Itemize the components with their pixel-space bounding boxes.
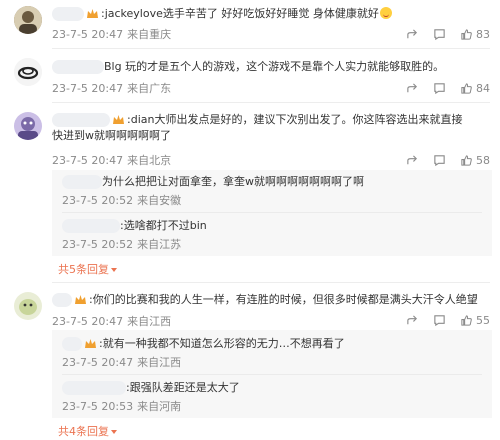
comment-icon: [434, 83, 445, 95]
comment-icon: [434, 29, 445, 41]
comment-time: 23-7-5 20:47: [52, 28, 124, 41]
reply-location: 来自江西: [137, 356, 182, 369]
more-replies-link[interactable]: 共4条回复: [58, 423, 117, 439]
reply-time: 23-7-5 20:52: [62, 238, 134, 251]
reply-item: 为什么把把让对面拿奎，拿奎w就啊啊啊啊啊啊啊了啊 23-7-5 20:52 来自安…: [52, 170, 492, 212]
comment-location: 来自重庆: [127, 28, 172, 41]
share-icon: [407, 29, 418, 39]
reply-time: 23-7-5 20:47: [62, 356, 134, 369]
reply-time: 23-7-5 20:53: [62, 400, 134, 413]
comment-actions: 58: [406, 154, 490, 167]
divider: [62, 212, 482, 213]
comment-button[interactable]: [433, 154, 446, 167]
share-icon: [407, 155, 418, 165]
avatar[interactable]: [14, 112, 42, 140]
divider: [52, 282, 490, 283]
username-blurred[interactable]: [62, 219, 120, 233]
crown-icon: [87, 9, 98, 18]
divider: [52, 48, 490, 49]
chevron-down-icon: [111, 268, 117, 272]
more-replies-link[interactable]: 共5条回复: [58, 261, 117, 277]
avatar[interactable]: [14, 58, 42, 86]
comment-icon: [434, 155, 445, 167]
like-icon: [461, 315, 472, 326]
comment-4: :你们的比赛和我的人生一样，有连胜的时候，但很多时候都是满头大汗令人绝望 23-…: [0, 284, 500, 440]
comment-location: 来自广东: [127, 82, 172, 95]
like-icon: [461, 155, 472, 166]
share-button[interactable]: [406, 314, 419, 327]
username-blurred[interactable]: [52, 293, 72, 307]
avatar[interactable]: [14, 6, 42, 34]
reply-time: 23-7-5 20:52: [62, 194, 134, 207]
crown-icon: [85, 339, 96, 348]
reply-text: :跟强队差距还是太大了: [126, 381, 240, 394]
like-count: 83: [476, 28, 490, 41]
crown-icon: [113, 115, 124, 124]
reply-item: :跟强队差距还是太大了 23-7-5 20:53 来自河南: [52, 376, 492, 418]
share-icon: [407, 83, 418, 93]
comment-actions: 83: [406, 28, 490, 41]
comment-3: :dian大师出发点是好的，建议下次别出发了。你这阵容选出来就直接快进到w就啊啊…: [0, 104, 500, 282]
reply-item: :就有一种我都不知道怎么形容的无力…不想再看了 23-7-5 20:47 来自江西: [52, 330, 492, 374]
username-blurred[interactable]: [62, 337, 82, 351]
comment-actions: 84: [406, 82, 490, 95]
comment-text: :你们的比赛和我的人生一样，有连胜的时候，但很多时候都是满头大汗令人绝望: [89, 293, 478, 306]
comment-button[interactable]: [433, 82, 446, 95]
username-blurred[interactable]: [62, 175, 102, 189]
comment-text: Blg 玩的才是五个人的游戏，这个游戏不是靠个人实力就能够取胜的。: [104, 60, 445, 73]
username-blurred[interactable]: [52, 7, 84, 21]
comment-icon: [434, 315, 445, 327]
reply-text: :选啥都打不过bin: [120, 219, 207, 232]
more-replies-label: 共5条回复: [58, 263, 109, 276]
share-button[interactable]: [406, 28, 419, 41]
crown-icon: [75, 295, 86, 304]
emoji-icon: [379, 7, 392, 19]
like-button[interactable]: 58: [460, 154, 490, 167]
reply-text: :就有一种我都不知道怎么形容的无力…不想再看了: [99, 337, 345, 350]
divider: [62, 374, 482, 375]
chevron-down-icon: [111, 430, 117, 434]
divider: [52, 102, 490, 103]
username-blurred[interactable]: [52, 113, 110, 127]
like-button[interactable]: 84: [460, 82, 490, 95]
username-blurred[interactable]: [52, 60, 104, 74]
reply-location: 来自安徽: [137, 194, 182, 207]
comment-time: 23-7-5 20:47: [52, 315, 124, 328]
comment-1: :jackeylove选手辛苦了 好好吃饭好好睡觉 身体健康就好 23-7-5 …: [0, 0, 500, 46]
like-button[interactable]: 83: [460, 28, 490, 41]
reply-list: :就有一种我都不知道怎么形容的无力…不想再看了 23-7-5 20:47 来自江西…: [52, 330, 492, 418]
more-replies-label: 共4条回复: [58, 425, 109, 438]
username-blurred[interactable]: [62, 381, 126, 395]
reply-item: :选啥都打不过bin 23-7-5 20:52 来自江苏: [52, 214, 492, 256]
reply-text: 为什么把把让对面拿奎，拿奎w就啊啊啊啊啊啊啊了啊: [102, 175, 364, 188]
comment-location: 来自北京: [127, 154, 172, 167]
comment-time: 23-7-5 20:47: [52, 82, 124, 95]
comment-location: 来自江西: [127, 315, 172, 328]
share-button[interactable]: [406, 82, 419, 95]
reply-location: 来自江苏: [137, 238, 182, 251]
avatar[interactable]: [14, 292, 42, 320]
comment-text: :jackeylove选手辛苦了 好好吃饭好好睡觉 身体健康就好: [101, 7, 379, 20]
like-count: 55: [476, 314, 490, 327]
like-button[interactable]: 55: [460, 314, 490, 327]
share-button[interactable]: [406, 154, 419, 167]
reply-list: 为什么把把让对面拿奎，拿奎w就啊啊啊啊啊啊啊了啊 23-7-5 20:52 来自安…: [52, 170, 492, 256]
reply-location: 来自河南: [137, 400, 182, 413]
comment-time: 23-7-5 20:47: [52, 154, 124, 167]
comment-button[interactable]: [433, 28, 446, 41]
comment-actions: 55: [406, 314, 490, 327]
like-icon: [461, 83, 472, 94]
comment-button[interactable]: [433, 314, 446, 327]
like-icon: [461, 29, 472, 40]
comment-2: Blg 玩的才是五个人的游戏，这个游戏不是靠个人实力就能够取胜的。 23-7-5…: [0, 50, 500, 96]
like-count: 58: [476, 154, 490, 167]
like-count: 84: [476, 82, 490, 95]
share-icon: [407, 315, 418, 325]
